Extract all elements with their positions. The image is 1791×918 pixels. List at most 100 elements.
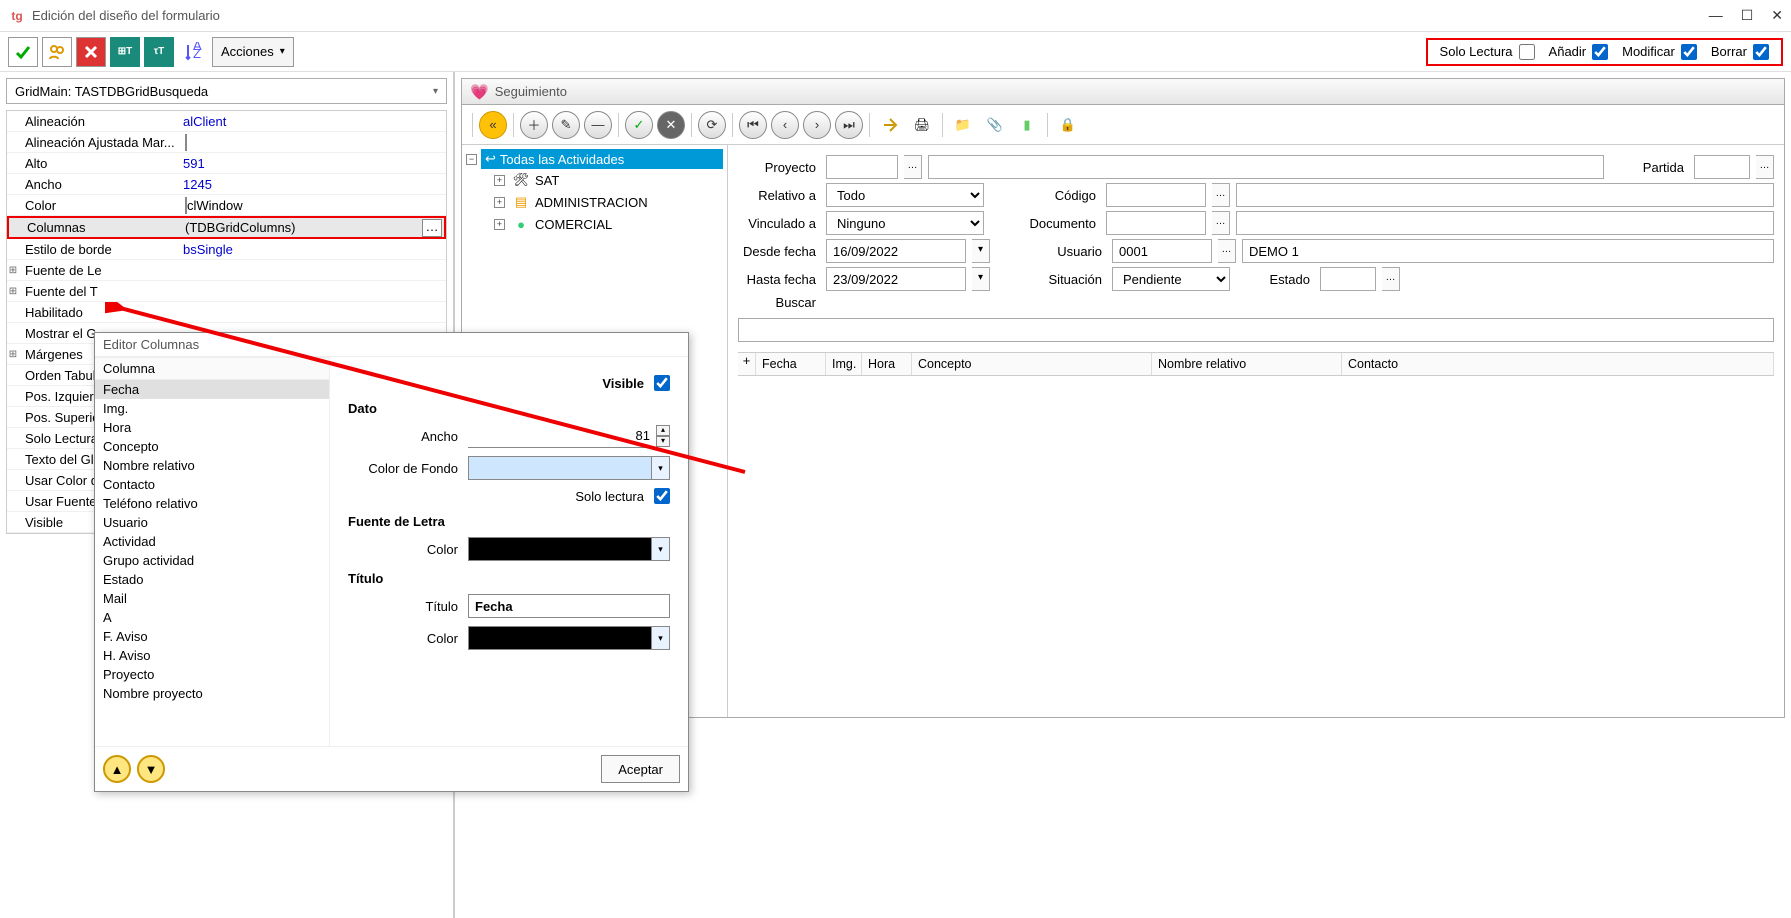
last-button[interactable]: ⏭	[835, 111, 863, 139]
prop-row[interactable]: ⊞Fuente de Le	[7, 260, 446, 281]
proyecto-input[interactable]	[826, 155, 898, 179]
layout-button[interactable]: ⊞T	[110, 37, 140, 67]
column-item[interactable]: Contacto	[95, 475, 329, 494]
tree-collapse-icon[interactable]: −	[466, 154, 477, 165]
partida-lookup[interactable]: …	[1756, 155, 1774, 179]
documento-name[interactable]	[1236, 211, 1774, 235]
users-button[interactable]	[42, 37, 72, 67]
column-item[interactable]: Estado	[95, 570, 329, 589]
desde-cal[interactable]: ▾	[972, 239, 990, 263]
note-button[interactable]: ▮	[1013, 111, 1041, 139]
text-size-button[interactable]: τT	[144, 37, 174, 67]
hasta-input[interactable]	[826, 267, 966, 291]
prop-row[interactable]: Columnas(TDBGridColumns)…	[7, 216, 446, 239]
column-item[interactable]: Fecha	[95, 380, 329, 399]
minimize-button[interactable]: —	[1709, 7, 1723, 24]
accept-button[interactable]: Aceptar	[601, 755, 680, 783]
prop-row[interactable]: Color clWindow	[7, 195, 446, 216]
tree-item-sat[interactable]: +🛠SAT	[466, 169, 723, 191]
prop-row[interactable]: Estilo de bordebsSingle	[7, 239, 446, 260]
column-item[interactable]: Actividad	[95, 532, 329, 551]
usuario-lookup[interactable]: …	[1218, 239, 1236, 263]
col-fecha[interactable]: Fecha	[756, 353, 826, 375]
print-button[interactable]: 🖨	[908, 111, 936, 139]
situacion-select[interactable]: Pendiente	[1112, 267, 1230, 291]
prev-button[interactable]: ‹	[771, 111, 799, 139]
ancho-down[interactable]: ▾	[656, 436, 670, 447]
tree-item-comercial[interactable]: +●COMERCIAL	[466, 213, 723, 235]
perm-anadir[interactable]: Añadir	[1549, 44, 1609, 60]
color-fondo-field[interactable]: ▾	[468, 456, 670, 480]
column-item[interactable]: H. Aviso	[95, 646, 329, 665]
desde-input[interactable]	[826, 239, 966, 263]
perm-modificar[interactable]: Modificar	[1622, 44, 1697, 60]
ancho-input[interactable]	[468, 424, 656, 448]
column-item[interactable]: Img.	[95, 399, 329, 418]
move-down-button[interactable]: ▼	[137, 755, 165, 783]
first-button[interactable]: ⏮	[739, 111, 767, 139]
ok-button[interactable]: ✓	[625, 111, 653, 139]
nav-back-button[interactable]: «	[479, 111, 507, 139]
partida-input[interactable]	[1694, 155, 1750, 179]
column-item[interactable]: Teléfono relativo	[95, 494, 329, 513]
sort-button[interactable]: AZ	[178, 37, 208, 67]
documento-input[interactable]	[1106, 211, 1206, 235]
object-selector[interactable]: GridMain: TASTDBGridBusqueda	[6, 78, 447, 104]
solo-lectura-checkbox[interactable]	[654, 488, 670, 504]
no-button[interactable]: ✕	[657, 111, 685, 139]
ellipsis-button[interactable]: …	[422, 219, 442, 237]
titulo-color-field[interactable]: ▾	[468, 626, 670, 650]
column-item[interactable]: Nombre proyecto	[95, 684, 329, 703]
next-button[interactable]: ›	[803, 111, 831, 139]
prop-row[interactable]: Habilitado	[7, 302, 446, 323]
perm-solo-lectura[interactable]: Solo Lectura	[1440, 44, 1535, 60]
maximize-button[interactable]: ☐	[1741, 7, 1754, 24]
refresh-button[interactable]: ⟳	[698, 111, 726, 139]
vinculado-select[interactable]: Ninguno	[826, 211, 984, 235]
documento-lookup[interactable]: …	[1212, 211, 1230, 235]
col-nombre-relativo[interactable]: Nombre relativo	[1152, 353, 1342, 375]
proyecto-lookup[interactable]: …	[904, 155, 922, 179]
proyecto-name[interactable]	[928, 155, 1604, 179]
col-hora[interactable]: Hora	[862, 353, 912, 375]
relativo-select[interactable]: Todo	[826, 183, 984, 207]
column-item[interactable]: Mail	[95, 589, 329, 608]
prop-row[interactable]: AlineaciónalClient	[7, 111, 446, 132]
column-item[interactable]: Grupo actividad	[95, 551, 329, 570]
grid-add-row[interactable]: +	[738, 353, 756, 375]
perm-borrar[interactable]: Borrar	[1711, 44, 1769, 60]
prop-row[interactable]: Alineación Ajustada Mar...	[7, 132, 446, 153]
column-item[interactable]: Concepto	[95, 437, 329, 456]
ancho-up[interactable]: ▴	[656, 425, 670, 436]
actions-dropdown[interactable]: Acciones	[212, 37, 294, 67]
titulo-input[interactable]	[468, 594, 670, 618]
font-color-field[interactable]: ▾	[468, 537, 670, 561]
estado-lookup[interactable]: …	[1382, 267, 1400, 291]
accept-button[interactable]	[8, 37, 38, 67]
column-item[interactable]: F. Aviso	[95, 627, 329, 646]
column-item[interactable]: A	[95, 608, 329, 627]
usuario-name[interactable]	[1242, 239, 1774, 263]
column-item[interactable]: Proyecto	[95, 665, 329, 684]
column-item[interactable]: Hora	[95, 418, 329, 437]
visible-checkbox[interactable]	[654, 375, 670, 391]
codigo-lookup[interactable]: …	[1212, 183, 1230, 207]
close-button[interactable]: ✕	[1771, 7, 1783, 24]
tree-item-admin[interactable]: +▤ADMINISTRACION	[466, 191, 723, 213]
add-button[interactable]: ＋	[520, 111, 548, 139]
attach-button[interactable]: 📎	[981, 111, 1009, 139]
prop-row[interactable]: Ancho1245	[7, 174, 446, 195]
export-button[interactable]	[876, 111, 904, 139]
prop-row[interactable]: Alto591	[7, 153, 446, 174]
codigo-name[interactable]	[1236, 183, 1774, 207]
col-contacto[interactable]: Contacto	[1342, 353, 1774, 375]
folder-button[interactable]: 📁	[949, 111, 977, 139]
codigo-input[interactable]	[1106, 183, 1206, 207]
edit-button[interactable]: ✎	[552, 111, 580, 139]
col-img[interactable]: Img.	[826, 353, 862, 375]
search-input[interactable]	[738, 318, 1774, 342]
col-concepto[interactable]: Concepto	[912, 353, 1152, 375]
usuario-input[interactable]	[1112, 239, 1212, 263]
cancel-button[interactable]	[76, 37, 106, 67]
move-up-button[interactable]: ▲	[103, 755, 131, 783]
